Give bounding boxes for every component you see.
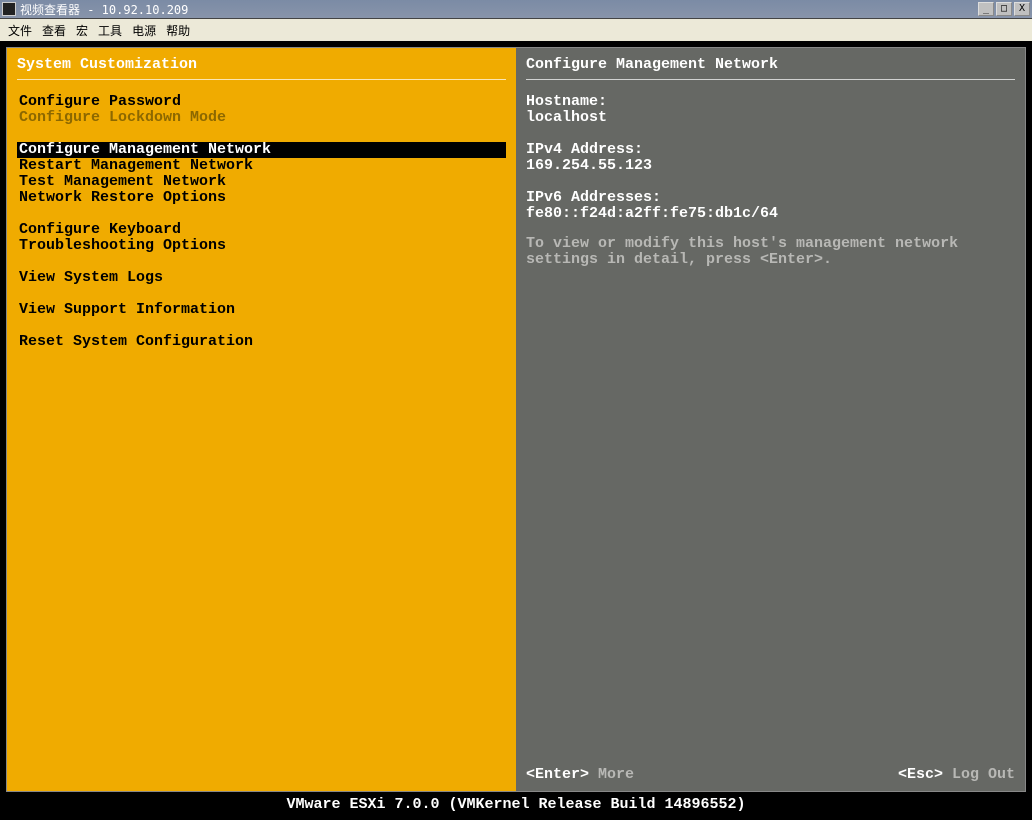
footer-esc-text: Log Out [952, 766, 1015, 783]
menu-troubleshooting[interactable]: Troubleshooting Options [17, 238, 506, 254]
footer-esc-key: <Esc> [898, 766, 943, 783]
ipv6-block: IPv6 Addresses: fe80::f24d:a2ff:fe75:db1… [526, 190, 1015, 222]
menu-tools[interactable]: 工具 [98, 22, 122, 39]
right-pane-title: Configure Management Network [526, 56, 1015, 80]
status-bar: VMware ESXi 7.0.0 (VMKernel Release Buil… [6, 792, 1026, 813]
ipv4-label: IPv4 Address: [526, 142, 1015, 158]
detail-content: Hostname: localhost IPv4 Address: 169.25… [526, 94, 1015, 766]
footer-enter: <Enter> More [526, 766, 634, 783]
spacer [17, 254, 506, 270]
menu-restart-mgmt-network[interactable]: Restart Management Network [17, 158, 506, 174]
menu-macro[interactable]: 宏 [76, 22, 88, 39]
close-button[interactable]: X [1014, 2, 1030, 16]
menu-configure-lockdown: Configure Lockdown Mode [17, 110, 506, 126]
minimize-button[interactable]: _ [978, 2, 994, 16]
spacer [526, 126, 1015, 142]
window-title: 视频查看器 - 10.92.10.209 [20, 1, 978, 18]
left-pane: System Customization Configure Password … [7, 48, 516, 791]
console-area[interactable]: System Customization Configure Password … [0, 41, 1032, 820]
ipv6-label: IPv6 Addresses: [526, 190, 1015, 206]
hostname-block: Hostname: localhost [526, 94, 1015, 126]
ipv6-value: fe80::f24d:a2ff:fe75:db1c/64 [526, 206, 1015, 222]
hostname-label: Hostname: [526, 94, 1015, 110]
maximize-button[interactable]: □ [996, 2, 1012, 16]
menu-power[interactable]: 电源 [132, 22, 156, 39]
menu-configure-password[interactable]: Configure Password [17, 94, 506, 110]
menu-file[interactable]: 文件 [8, 22, 32, 39]
left-pane-title: System Customization [17, 56, 506, 80]
menu-list: Configure Password Configure Lockdown Mo… [17, 94, 506, 783]
hostname-value: localhost [526, 110, 1015, 126]
spacer [17, 318, 506, 334]
spacer [17, 126, 506, 142]
footer-esc: <Esc> Log Out [898, 766, 1015, 783]
spacer [17, 286, 506, 302]
window-icon [2, 2, 16, 16]
menu-view-system-logs[interactable]: View System Logs [17, 270, 506, 286]
right-pane: Configure Management Network Hostname: l… [516, 48, 1025, 791]
menu-help[interactable]: 帮助 [166, 22, 190, 39]
menu-configure-mgmt-network[interactable]: Configure Management Network [17, 142, 506, 158]
ipv4-block: IPv4 Address: 169.254.55.123 [526, 142, 1015, 174]
menu-bar: 文件 查看 宏 工具 电源 帮助 [0, 19, 1032, 41]
menu-view[interactable]: 查看 [42, 22, 66, 39]
window-titlebar: 视频查看器 - 10.92.10.209 _ □ X [0, 0, 1032, 19]
right-footer: <Enter> More <Esc> Log Out [526, 766, 1015, 783]
help-text: To view or modify this host's management… [526, 236, 1015, 268]
menu-configure-keyboard[interactable]: Configure Keyboard [17, 222, 506, 238]
window-control-buttons: _ □ X [978, 2, 1030, 16]
ipv4-value: 169.254.55.123 [526, 158, 1015, 174]
spacer [17, 206, 506, 222]
spacer [526, 174, 1015, 190]
menu-view-support-info[interactable]: View Support Information [17, 302, 506, 318]
footer-enter-text: More [598, 766, 634, 783]
menu-reset-system-config[interactable]: Reset System Configuration [17, 334, 506, 350]
dcui-frame: System Customization Configure Password … [6, 47, 1026, 792]
menu-network-restore[interactable]: Network Restore Options [17, 190, 506, 206]
menu-test-mgmt-network[interactable]: Test Management Network [17, 174, 506, 190]
footer-enter-key: <Enter> [526, 766, 589, 783]
